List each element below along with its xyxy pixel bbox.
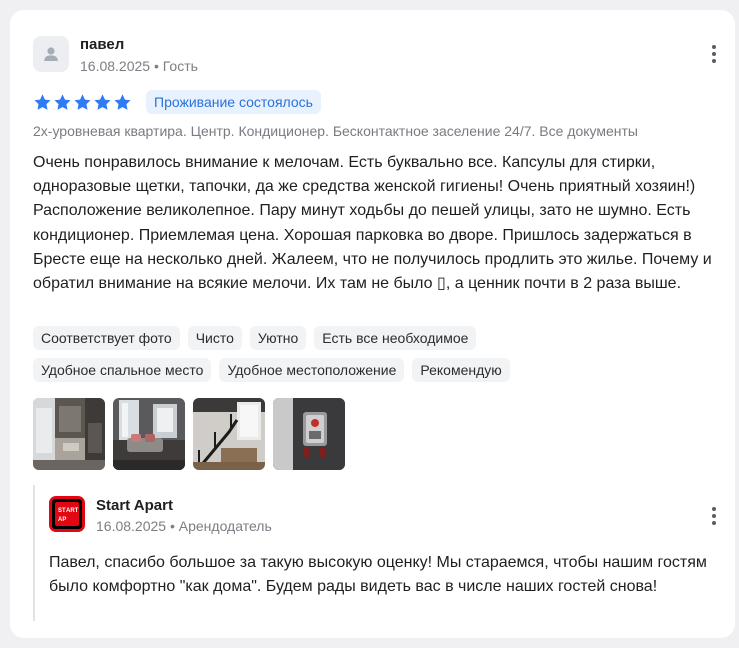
star-icon <box>34 93 51 110</box>
tag-row-1: Соответствует фото Чисто Уютно Есть все нео… <box>33 326 723 350</box>
logo-text-top: ART <box>66 508 79 514</box>
star-icon <box>74 93 91 110</box>
review-author-name[interactable]: павел <box>80 36 124 54</box>
host-name[interactable]: Start Apart <box>96 497 173 515</box>
reply-meta: 16.08.2025 • Арендодатель <box>96 517 272 535</box>
reply-author-role: Арендодатель <box>178 518 272 534</box>
review-photo-4[interactable] <box>273 398 345 470</box>
tag-chip[interactable]: Удобное местоположение <box>219 358 405 382</box>
review-header: павел 16.08.2025 • Гость <box>33 36 723 76</box>
host-reply: ST ART AP Start Apart 16.08.2025 • Аренд… <box>33 485 723 621</box>
star-icon <box>54 93 71 110</box>
stay-confirmed-badge: Проживание состоялось <box>146 90 321 114</box>
review-photo-2[interactable] <box>113 398 185 470</box>
reply-text: Павел, спасибо большое за такую высокую … <box>49 554 707 596</box>
meta-separator: • <box>153 58 163 74</box>
tag-chip[interactable]: Соответствует фото <box>33 326 180 350</box>
review-author-role: Гость <box>162 58 198 74</box>
review-tags: Соответствует фото Чисто Уютно Есть все нео… <box>33 326 723 390</box>
star-icon <box>114 93 131 110</box>
more-vertical-icon[interactable] <box>705 40 723 68</box>
review-photo-3[interactable] <box>193 398 265 470</box>
review-text: Очень понравилось внимание к мелочам. Ес… <box>33 154 712 293</box>
listing-title[interactable]: 2х-уровневая квартира. Центр. Кондиционе… <box>33 122 638 140</box>
review-photos <box>33 398 345 470</box>
meta-separator: • <box>169 518 179 534</box>
review-card: павел 16.08.2025 • Гость Проживание сост… <box>10 10 735 638</box>
star-icon <box>94 93 111 110</box>
review-photo-1[interactable] <box>33 398 105 470</box>
tag-chip[interactable]: Уютно <box>249 326 307 350</box>
tag-chip[interactable]: Есть все необходимое <box>314 326 477 350</box>
review-meta: 16.08.2025 • Гость <box>80 57 198 75</box>
tag-chip[interactable]: Чисто <box>187 326 242 350</box>
logo-text-bottom: AP <box>58 517 66 523</box>
star-rating <box>33 93 132 112</box>
tag-chip[interactable]: Удобное спальное место <box>33 358 212 382</box>
user-avatar-icon[interactable] <box>33 36 69 72</box>
host-logo[interactable]: ST ART AP <box>49 496 85 532</box>
tag-chip[interactable]: Рекомендую <box>412 358 510 382</box>
review-date: 16.08.2025 <box>80 58 151 74</box>
logo-text-left: ST <box>58 508 66 514</box>
rating-row: Проживание состоялось <box>33 90 321 114</box>
user-icon <box>44 47 58 61</box>
tag-row-2: Удобное спальное место Удобное местополож… <box>33 358 723 382</box>
reply-date: 16.08.2025 <box>96 518 167 534</box>
more-vertical-icon[interactable] <box>705 502 723 530</box>
